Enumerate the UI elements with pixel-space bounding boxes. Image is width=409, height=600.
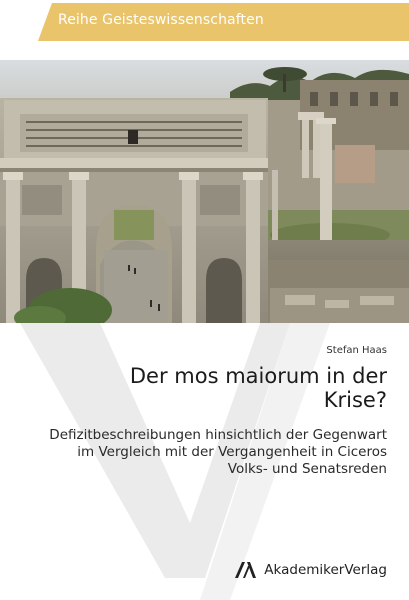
publisher-name-part2: Verlag <box>344 562 387 578</box>
series-band: Reihe Geisteswissenschaften <box>0 0 409 44</box>
cover-photo <box>0 60 409 323</box>
publisher-name: AkademikerVerlag <box>264 562 387 578</box>
publisher-logo: AkademikerVerlag <box>235 561 387 579</box>
book-title: Der mos maiorum in der Krise? <box>129 364 387 412</box>
publisher-name-part1: Akademiker <box>264 562 345 578</box>
book-cover: Reihe Geisteswissenschaften Stefan Haas … <box>0 0 409 600</box>
av-logo-icon <box>235 562 257 578</box>
series-label: Reihe Geisteswissenschaften <box>58 12 264 28</box>
roman-forum-illustration <box>0 60 409 323</box>
series-tab-corner <box>38 3 52 41</box>
author-name: Stefan Haas <box>326 345 387 356</box>
book-subtitle: Defizitbeschreibungen hinsichtlich der G… <box>49 427 387 477</box>
